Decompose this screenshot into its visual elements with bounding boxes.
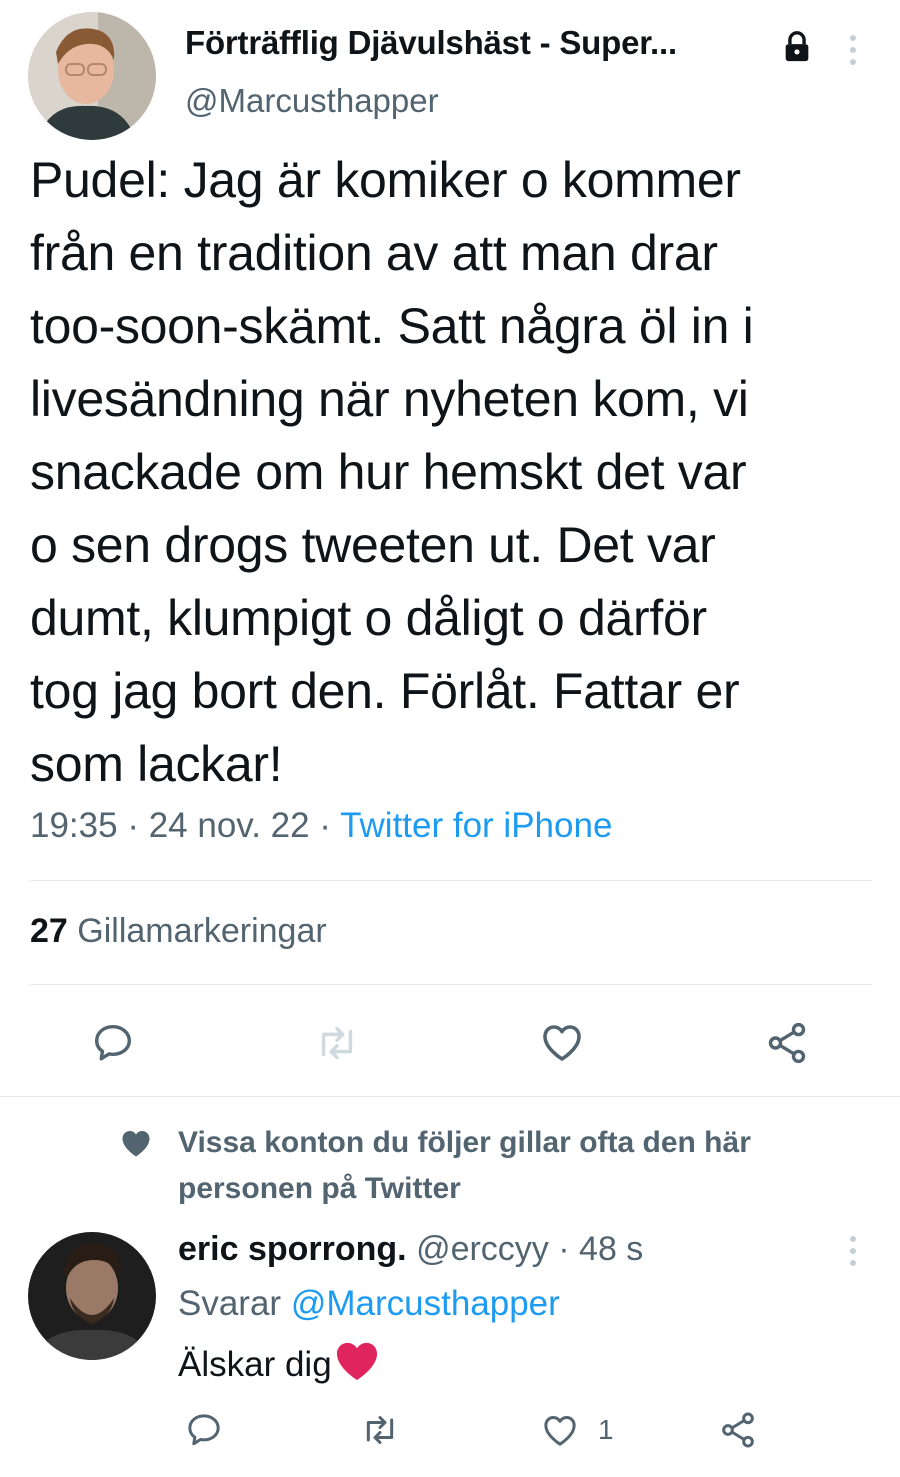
heart-outline-icon[interactable] — [540, 1410, 580, 1450]
reply-author-name[interactable]: eric sporrong. — [178, 1230, 407, 1268]
meta-separator: · — [117, 806, 149, 845]
share-icon[interactable] — [718, 1410, 758, 1450]
meta-separator: · — [309, 806, 341, 845]
author-handle[interactable]: @Marcusthapper — [185, 82, 439, 120]
author-avatar[interactable] — [28, 12, 156, 140]
likes-summary[interactable]: 27 Gillamarkeringar — [30, 912, 327, 951]
reply-age[interactable]: 48 s — [579, 1230, 643, 1268]
tweet-text: Pudel: Jag är komiker o kommer från en t… — [30, 144, 880, 801]
reply-body: Älskar dig — [178, 1345, 332, 1384]
retweet-icon[interactable] — [360, 1410, 400, 1450]
tweet-line: dumt, klumpigt o dåligt o därför — [30, 590, 707, 646]
likes-label: Gillamarkeringar — [77, 912, 327, 950]
likes-count: 27 — [30, 912, 68, 950]
reply-author-handle[interactable]: @erccyy — [416, 1230, 549, 1268]
reply-text: Älskar dig — [178, 1340, 380, 1391]
meta-separator: · — [548, 1230, 580, 1268]
tweet-meta: 19:35 · 24 nov. 22 · Twitter for iPhone — [30, 806, 612, 846]
heart-filled-icon — [118, 1125, 154, 1166]
tweet-line: o sen drogs tweeten ut. Det var — [30, 517, 716, 573]
replying-prefix: Svarar — [178, 1284, 282, 1323]
tweet-line: Pudel: Jag är komiker o kommer — [30, 152, 741, 208]
share-icon[interactable] — [764, 1020, 810, 1066]
reply-icon[interactable] — [90, 1020, 136, 1066]
divider — [30, 984, 872, 985]
replying-to: Svarar @Marcusthapper — [178, 1284, 560, 1324]
tweet-line: som lackar! — [30, 736, 283, 792]
tweet-line: tog jag bort den. Förlåt. Fattar er — [30, 663, 740, 719]
divider — [30, 880, 872, 881]
divider — [0, 1096, 900, 1097]
social-context-text: Vissa konton du följer gillar ofta den h… — [178, 1126, 751, 1205]
lock-icon — [780, 30, 814, 69]
more-vertical-icon[interactable] — [848, 1235, 858, 1272]
tweet-source[interactable]: Twitter for iPhone — [340, 806, 612, 845]
tweet-line: livesändning när nyheten kom, vi — [30, 371, 749, 427]
replying-mention[interactable]: @Marcusthapper — [291, 1284, 560, 1323]
tweet-line: från en tradition av att man drar — [30, 225, 718, 281]
reply-icon[interactable] — [184, 1410, 224, 1450]
red-heart-emoji — [334, 1340, 380, 1391]
heart-outline-icon[interactable] — [538, 1018, 586, 1066]
tweet-line: snackade om hur hemskt det var — [30, 444, 747, 500]
tweet-line: too-soon-skämt. Satt några öl in i — [30, 298, 754, 354]
reply-like-count: 1 — [598, 1414, 614, 1445]
reply-header: eric sporrong. @erccyy · 48 s — [178, 1230, 643, 1269]
author-name[interactable]: Förträfflig Djävulshäst - Super... — [185, 24, 677, 62]
tweet-date[interactable]: 24 nov. 22 — [149, 806, 310, 845]
tweet-time[interactable]: 19:35 — [30, 806, 118, 845]
reply-avatar[interactable] — [28, 1232, 156, 1360]
retweet-icon[interactable] — [314, 1020, 360, 1066]
more-vertical-icon[interactable] — [848, 34, 858, 71]
